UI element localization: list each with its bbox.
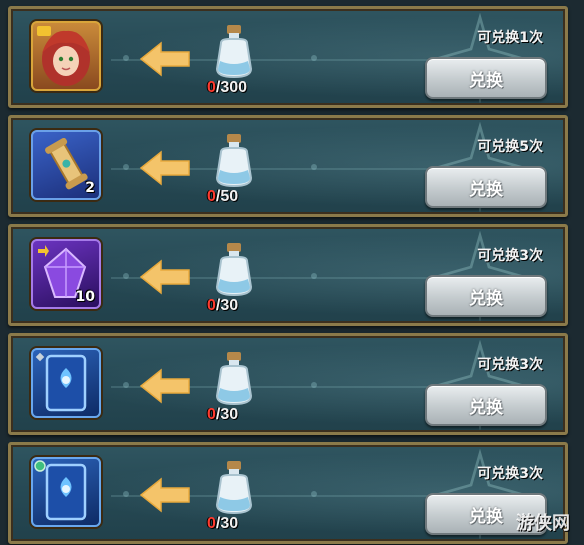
blue-card-icon[interactable] [31, 457, 101, 527]
rail-dot [123, 491, 129, 497]
arrow-left-icon [139, 41, 190, 77]
exchange-button[interactable]: 兑换 [425, 384, 547, 426]
exchange-row: 0/300 可兑换1次 兑换 [8, 6, 568, 108]
exchange-button[interactable]: 兑换 [425, 166, 547, 208]
watermark-logo: 游侠网 [516, 513, 570, 534]
rail-dot [123, 164, 129, 170]
cost-counter: 0/300 [207, 79, 247, 97]
cost-counter: 0/30 [207, 406, 238, 424]
arrow-left-icon [139, 259, 190, 295]
exchange-list: 0/300 可兑换1次 兑换 2 0/50 可兑换5次 兑换 10 0/30 可… [0, 0, 584, 545]
rail-dot [311, 55, 317, 61]
potion-bottle-icon [215, 461, 253, 515]
owned-amount: 0 [207, 79, 216, 96]
reward-quantity: 2 [85, 180, 95, 196]
owned-amount: 0 [207, 406, 216, 423]
rail-dot [123, 382, 129, 388]
required-amount: /300 [215, 79, 248, 96]
exchange-limit-label: 可兑换5次 [477, 139, 543, 155]
reward-quantity: 10 [75, 289, 95, 305]
blue-card-icon[interactable] [31, 348, 101, 418]
arrow-left-icon [139, 477, 190, 513]
potion-bottle-icon [215, 243, 253, 297]
scroll-icon[interactable]: 2 [31, 130, 101, 200]
required-amount: /30 [215, 515, 239, 532]
cost-counter: 0/50 [207, 188, 238, 206]
required-amount: /30 [215, 406, 239, 423]
exchange-row: 0/30 可兑换3次 兑换 [8, 333, 568, 435]
arrow-left-icon [139, 150, 190, 186]
potion-bottle-icon [215, 25, 253, 79]
exchange-button[interactable]: 兑换 [425, 275, 547, 317]
arrow-left-icon [139, 368, 190, 404]
required-amount: /30 [215, 297, 239, 314]
purple-crystal-icon[interactable]: 10 [31, 239, 101, 309]
rail-dot [311, 382, 317, 388]
rail-dot [311, 273, 317, 279]
exchange-button[interactable]: 兑换 [425, 57, 547, 99]
exchange-row: 0/30 可兑换3次 兑换 [8, 442, 568, 544]
exchange-limit-label: 可兑换3次 [477, 248, 543, 264]
exchange-limit-label: 可兑换1次 [477, 30, 543, 46]
exchange-row: 10 0/30 可兑换3次 兑换 [8, 224, 568, 326]
rail-dot [123, 273, 129, 279]
rail-dot [311, 491, 317, 497]
exchange-limit-label: 可兑换3次 [477, 357, 543, 373]
potion-bottle-icon [215, 352, 253, 406]
required-amount: /50 [215, 188, 239, 205]
rail-dot [123, 55, 129, 61]
exchange-row: 2 0/50 可兑换5次 兑换 [8, 115, 568, 217]
owned-amount: 0 [207, 297, 216, 314]
cost-counter: 0/30 [207, 515, 238, 533]
owned-amount: 0 [207, 188, 216, 205]
exchange-limit-label: 可兑换3次 [477, 466, 543, 482]
hero-portrait-icon[interactable] [31, 21, 101, 91]
rail-dot [311, 164, 317, 170]
cost-counter: 0/30 [207, 297, 238, 315]
owned-amount: 0 [207, 515, 216, 532]
potion-bottle-icon [215, 134, 253, 188]
